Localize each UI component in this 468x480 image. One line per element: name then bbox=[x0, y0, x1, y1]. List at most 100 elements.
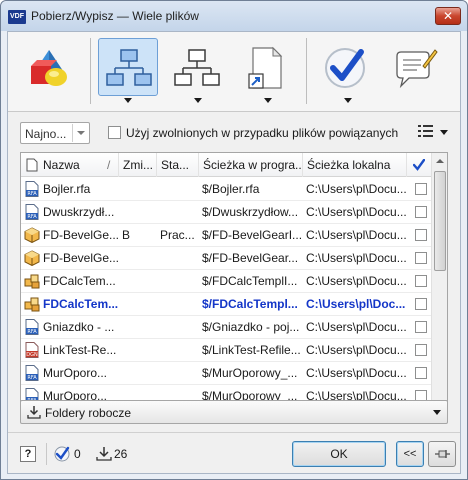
vertical-scrollbar[interactable] bbox=[431, 153, 447, 413]
cell-name: LinkTest-Re... bbox=[43, 343, 117, 357]
help-button[interactable]: ? bbox=[20, 446, 36, 462]
filter-bar: Najno... Użyj zwolnionych w przypadku pl… bbox=[8, 120, 460, 146]
hierarchy-dropdown-arrow[interactable] bbox=[124, 98, 132, 103]
files-grid: Nazwa / Zmi... Sta... Ścieżka w progra..… bbox=[20, 152, 448, 414]
row-checkbox[interactable] bbox=[415, 298, 427, 310]
cell-state: Prac... bbox=[160, 228, 195, 242]
row-checkbox[interactable] bbox=[415, 252, 427, 264]
table-row[interactable]: DGN LinkTest-Re... $/LinkTest-Refile... C:\… bbox=[21, 339, 431, 362]
table-row[interactable]: RFAMurOporo...$/MurOporowy_...C:\Users\p… bbox=[21, 362, 431, 385]
shortcut-dropdown-arrow[interactable] bbox=[264, 98, 272, 103]
cell-name: FDCalcTem... bbox=[43, 297, 119, 311]
checkin-button[interactable] bbox=[314, 38, 374, 96]
table-row[interactable]: FDCalcTem... $/FDCalcTemplI... C:\Users\pl… bbox=[21, 270, 431, 293]
cell-state bbox=[157, 178, 199, 200]
cell-vault-path: $/MurOporowy_... bbox=[202, 366, 298, 380]
column-header-name[interactable]: Nazwa / bbox=[21, 153, 119, 177]
hierarchy-button[interactable] bbox=[98, 38, 158, 96]
close-button[interactable]: ✕ bbox=[435, 7, 461, 25]
hierarchy-alt-icon bbox=[174, 49, 220, 86]
table-row[interactable]: RFA Dwuskrzydł... $/Dwuskrzydłow... C:\User… bbox=[21, 201, 431, 224]
chevron-down-icon[interactable] bbox=[72, 124, 88, 142]
scroll-up-button[interactable] bbox=[432, 153, 447, 169]
hierarchy-alt-dropdown-arrow[interactable] bbox=[194, 98, 202, 103]
dialog-window: VDF Pobierz/Wypisz — Wiele plików ✕ Najn… bbox=[0, 0, 468, 480]
cell-vault-path: $/Gniazdko - poj... bbox=[202, 320, 300, 334]
cell-local-path: C:\Users\pl\Docu... bbox=[306, 205, 407, 219]
toolbar bbox=[8, 32, 460, 112]
column-header-local-path[interactable]: Ścieżka lokalna bbox=[303, 153, 407, 177]
column-header-vault-path[interactable]: Ścieżka w progra... bbox=[199, 153, 303, 177]
dialog-footer: ? 0 26 OK << bbox=[8, 432, 460, 474]
working-folders-dropdown[interactable]: Foldery robocze bbox=[20, 400, 448, 424]
dialog-body: Najno... Użyj zwolnionych w przypadku pl… bbox=[7, 31, 461, 474]
cell-local-path: C:\Users\pl\Docu... bbox=[306, 228, 407, 242]
version-combo[interactable]: Najno... bbox=[20, 122, 90, 144]
table-row[interactable]: FDCalcTem... $/FDCalcTempl... C:\Users\pl\… bbox=[21, 293, 431, 316]
pin-button[interactable] bbox=[428, 441, 456, 467]
table-row[interactable]: RFA Bojler.rfa $/Bojler.rfa C:\Users\pl\Doc… bbox=[21, 178, 431, 201]
sort-indicator: / bbox=[107, 158, 111, 172]
column-header-state[interactable]: Sta... bbox=[157, 153, 199, 177]
comment-icon bbox=[396, 49, 438, 89]
chevron-down-icon bbox=[433, 410, 441, 415]
shortcut-file-button[interactable] bbox=[234, 38, 294, 96]
cell-local-path: C:\Users\pl\Docu... bbox=[306, 343, 407, 357]
cell-change bbox=[119, 339, 157, 361]
checkmark-icon bbox=[413, 159, 425, 171]
cell-vault-path: $/FD-BevelGear... bbox=[202, 251, 299, 265]
cell-vault-path: $/FD-BevelGearI... bbox=[202, 228, 303, 242]
row-checkbox[interactable] bbox=[415, 275, 427, 287]
toolbar-separator bbox=[306, 38, 307, 104]
table-row[interactable]: FD-BevelGe... $/FD-BevelGear... C:\Users\p… bbox=[21, 247, 431, 270]
cell-local-path: C:\Users\pl\Docu... bbox=[306, 366, 407, 380]
row-checkbox[interactable] bbox=[415, 229, 427, 241]
cell-local-path: C:\Users\pl\Docu... bbox=[306, 251, 407, 265]
cell-change bbox=[119, 316, 157, 338]
vault-app-icon: VDF bbox=[8, 10, 26, 24]
checkin-dropdown-arrow[interactable] bbox=[344, 98, 352, 103]
table-row[interactable]: FD-BevelGe... B Prac... $/FD-BevelGearI... C… bbox=[21, 224, 431, 247]
row-checkbox[interactable] bbox=[415, 344, 427, 356]
cell-vault-path: $/FDCalcTemplI... bbox=[202, 274, 298, 288]
checked-count: 0 bbox=[74, 447, 81, 461]
cell-change bbox=[119, 362, 157, 384]
cell-state bbox=[157, 339, 199, 361]
cell-name: FD-BevelGe... bbox=[43, 228, 119, 242]
table-row[interactable]: RFA Gniazdko - ... $/Gniazdko - poj... C:\U… bbox=[21, 316, 431, 339]
row-checkbox[interactable] bbox=[415, 367, 427, 379]
cell-vault-path: $/LinkTest-Refile... bbox=[202, 343, 301, 357]
comment-button[interactable] bbox=[384, 38, 444, 96]
row-checkbox[interactable] bbox=[415, 206, 427, 218]
cell-state bbox=[157, 270, 199, 292]
column-header-change[interactable]: Zmi... bbox=[119, 153, 157, 177]
version-combo-value: Najno... bbox=[25, 127, 67, 141]
cell-local-path: C:\Users\pl\Docu... bbox=[306, 182, 407, 196]
ok-button[interactable]: OK bbox=[292, 441, 386, 467]
column-header-check[interactable] bbox=[407, 153, 431, 177]
footer-separator bbox=[46, 443, 47, 465]
collapse-button[interactable]: << bbox=[396, 441, 424, 467]
options-button[interactable] bbox=[18, 38, 78, 96]
download-count: 26 bbox=[114, 447, 128, 461]
hierarchy-alt-button[interactable] bbox=[166, 38, 226, 96]
title-bar[interactable]: VDF Pobierz/Wypisz — Wiele plików ✕ bbox=[1, 1, 467, 31]
download-icon bbox=[96, 447, 112, 461]
row-checkbox[interactable] bbox=[415, 183, 427, 195]
list-view-dropdown-arrow[interactable] bbox=[440, 130, 448, 135]
scroll-thumb[interactable] bbox=[434, 171, 446, 271]
cell-vault-path: $/FDCalcTempl... bbox=[202, 297, 298, 311]
checkmark-icon bbox=[54, 446, 70, 462]
toolbar-separator bbox=[90, 38, 91, 104]
cell-change bbox=[119, 270, 157, 292]
cell-name: FD-BevelGe... bbox=[43, 251, 119, 265]
working-folders-label: Foldery robocze bbox=[45, 406, 132, 420]
cell-local-path: C:\Users\pl\Docu... bbox=[306, 320, 407, 334]
row-checkbox[interactable] bbox=[415, 321, 427, 333]
shortcut-file-icon bbox=[248, 46, 283, 89]
cell-change bbox=[119, 178, 157, 200]
list-view-icon[interactable] bbox=[418, 124, 434, 138]
cell-state bbox=[157, 201, 199, 223]
use-released-checkbox[interactable] bbox=[108, 126, 121, 139]
cell-name: Gniazdko - ... bbox=[43, 320, 115, 334]
